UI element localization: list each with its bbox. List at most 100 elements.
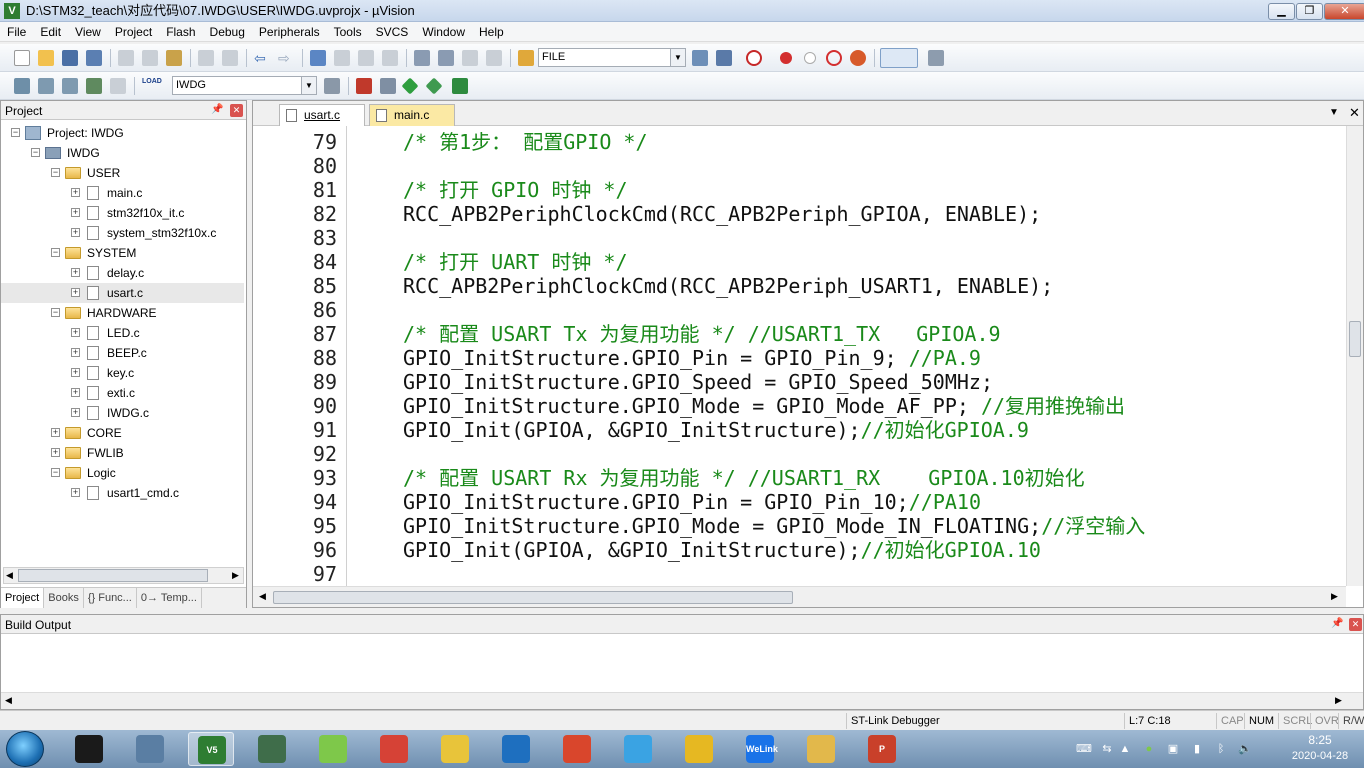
tree-group-system[interactable]: − SYSTEM — [1, 243, 244, 263]
manage-components-icon[interactable] — [380, 78, 396, 94]
build-output-scrollbar[interactable]: ◀ ▶ — [1, 692, 1363, 709]
project-tab-1[interactable]: Books — [44, 588, 84, 608]
code-line[interactable]: GPIO_InitStructure.GPIO_Pin = GPIO_Pin_9… — [403, 346, 981, 370]
menu-debug[interactable]: Debug — [203, 22, 252, 41]
tree-expander-icon[interactable]: + — [71, 328, 80, 337]
clock-date[interactable]: 2020-04-28 — [1288, 750, 1352, 762]
taskbar-app-chrome[interactable] — [371, 732, 417, 766]
taskbar-app-app-m[interactable] — [493, 732, 539, 766]
show-hidden-icons[interactable]: ▲ — [1118, 742, 1132, 756]
clock-time[interactable]: 8:25 — [1290, 733, 1350, 747]
menu-file[interactable]: File — [0, 22, 33, 41]
tree-group-user[interactable]: − USER — [1, 163, 244, 183]
undo-icon[interactable] — [198, 50, 214, 66]
code-line[interactable]: GPIO_InitStructure.GPIO_Mode = GPIO_Mode… — [403, 394, 1125, 418]
tree-expander-icon[interactable]: − — [51, 248, 60, 257]
open-folder-icon[interactable] — [38, 50, 54, 66]
tree-expander-icon[interactable]: − — [51, 308, 60, 317]
taskbar-app-explorer[interactable] — [798, 732, 844, 766]
find-combo[interactable]: FILE ▼ — [538, 48, 686, 67]
scroll-right-icon[interactable]: ▶ — [1331, 591, 1338, 602]
configure-icon[interactable] — [928, 50, 944, 66]
tree-file-usart1_cmd-c[interactable]: + usart1_cmd.c — [1, 483, 244, 503]
pin-icon[interactable]: 📌 — [211, 104, 223, 116]
pin-icon[interactable]: 📌 — [1331, 618, 1343, 630]
tree-file-key-c[interactable]: + key.c — [1, 363, 244, 383]
code-line[interactable]: /* 打开 UART 时钟 */ — [403, 250, 628, 274]
taskbar-app-app-note[interactable] — [676, 732, 722, 766]
tree-file-exti-c[interactable]: + exti.c — [1, 383, 244, 403]
tree-file-main-c[interactable]: + main.c — [1, 183, 244, 203]
batch-build-icon[interactable] — [86, 78, 102, 94]
scroll-left-icon[interactable]: ◀ — [259, 591, 266, 602]
find-in-files-icon[interactable] — [518, 50, 534, 66]
tree-expander-icon[interactable]: + — [71, 488, 80, 497]
tree-group-hardware[interactable]: − HARDWARE — [1, 303, 244, 323]
taskbar-app-stm-tool[interactable] — [249, 732, 295, 766]
find-icon[interactable] — [692, 50, 708, 66]
target-combo[interactable]: IWDG ▼ — [172, 76, 317, 95]
tree-expander-icon[interactable]: − — [31, 148, 40, 157]
minimize-button[interactable]: ▁ — [1268, 3, 1295, 20]
tree-file-iwdg-c[interactable]: + IWDG.c — [1, 403, 244, 423]
pack-installer-icon[interactable] — [425, 77, 443, 95]
breakpoint-icon[interactable] — [780, 52, 792, 64]
bluetooth-icon[interactable]: ᛒ — [1214, 742, 1228, 756]
taskbar-app-qq[interactable] — [66, 732, 112, 766]
editor-vertical-scrollbar[interactable] — [1346, 126, 1363, 586]
taskbar-app-network[interactable] — [127, 732, 173, 766]
copy-icon[interactable] — [142, 50, 158, 66]
cut-icon[interactable] — [118, 50, 134, 66]
unindent-icon[interactable] — [438, 50, 454, 66]
network-signal-icon[interactable]: ▮ — [1190, 742, 1204, 756]
tree-expander-icon[interactable]: + — [71, 268, 80, 277]
menu-edit[interactable]: Edit — [33, 22, 68, 41]
tree-expander-icon[interactable]: + — [71, 408, 80, 417]
close-tab-icon[interactable]: ✕ — [1349, 105, 1360, 121]
build-icon[interactable] — [38, 78, 54, 94]
scroll-right-icon[interactable]: ▶ — [232, 570, 239, 581]
menu-svcs[interactable]: SVCS — [369, 22, 416, 41]
tree-group-logic[interactable]: − Logic — [1, 463, 244, 483]
green-diamond-icon[interactable] — [401, 77, 419, 95]
taskbar-app-powerpoint[interactable]: P — [859, 732, 905, 766]
close-window-button[interactable]: ✕ — [1324, 3, 1364, 20]
rte-icon[interactable] — [452, 78, 468, 94]
menu-view[interactable]: View — [68, 22, 108, 41]
code-text-area[interactable]: /* 第1步： 配置GPIO *//* 打开 GPIO 时钟 */RCC_APB… — [253, 126, 1346, 586]
language-icon[interactable]: ⇆ — [1100, 742, 1114, 756]
code-line[interactable]: GPIO_Init(GPIOA, &GPIO_InitStructure);//… — [403, 538, 1041, 562]
chevron-down-icon[interactable]: ▼ — [301, 77, 316, 94]
tab-list-dropdown-icon[interactable]: ▼ — [1329, 107, 1339, 118]
keyboard-icon[interactable]: ⌨ — [1076, 742, 1092, 756]
tree-expander-icon[interactable]: + — [71, 228, 80, 237]
code-line[interactable]: /* 配置 USART Tx 为复用功能 */ //USART1_TX GPIO… — [403, 322, 1001, 346]
maximize-button[interactable]: ❐ — [1296, 3, 1323, 20]
disable-all-breakpoints-icon[interactable] — [826, 50, 842, 66]
tree-root-project[interactable]: − Project: IWDG — [1, 123, 244, 143]
menu-flash[interactable]: Flash — [159, 22, 202, 41]
scroll-thumb[interactable] — [18, 569, 208, 582]
file-extensions-icon[interactable] — [356, 78, 372, 94]
taskbar-app-app-map[interactable] — [554, 732, 600, 766]
tree-file-led-c[interactable]: + LED.c — [1, 323, 244, 343]
target-options-icon[interactable] — [324, 78, 340, 94]
save-icon[interactable] — [62, 50, 78, 66]
debug-session-icon[interactable] — [746, 50, 762, 66]
wechat-tray-icon[interactable]: ● — [1142, 742, 1156, 756]
menu-project[interactable]: Project — [108, 22, 159, 41]
tree-expander-icon[interactable]: + — [71, 348, 80, 357]
tree-file-delay-c[interactable]: + delay.c — [1, 263, 244, 283]
code-line[interactable]: /* 配置 USART Rx 为复用功能 */ //USART1_RX GPIO… — [403, 466, 1085, 490]
paste-icon[interactable] — [166, 50, 182, 66]
load-icon[interactable]: LOAD — [142, 78, 162, 94]
tree-expander-icon[interactable]: − — [51, 468, 60, 477]
scroll-left-icon[interactable]: ◀ — [5, 695, 12, 706]
indent-icon[interactable] — [414, 50, 430, 66]
nav-forward-icon[interactable]: ⇨ — [278, 50, 294, 66]
new-file-icon[interactable] — [14, 50, 30, 66]
taskbar-app-wechat[interactable] — [310, 732, 356, 766]
chevron-down-icon[interactable]: ▼ — [670, 49, 685, 66]
clear-bookmarks-icon[interactable] — [382, 50, 398, 66]
tree-expander-icon[interactable]: − — [51, 168, 60, 177]
